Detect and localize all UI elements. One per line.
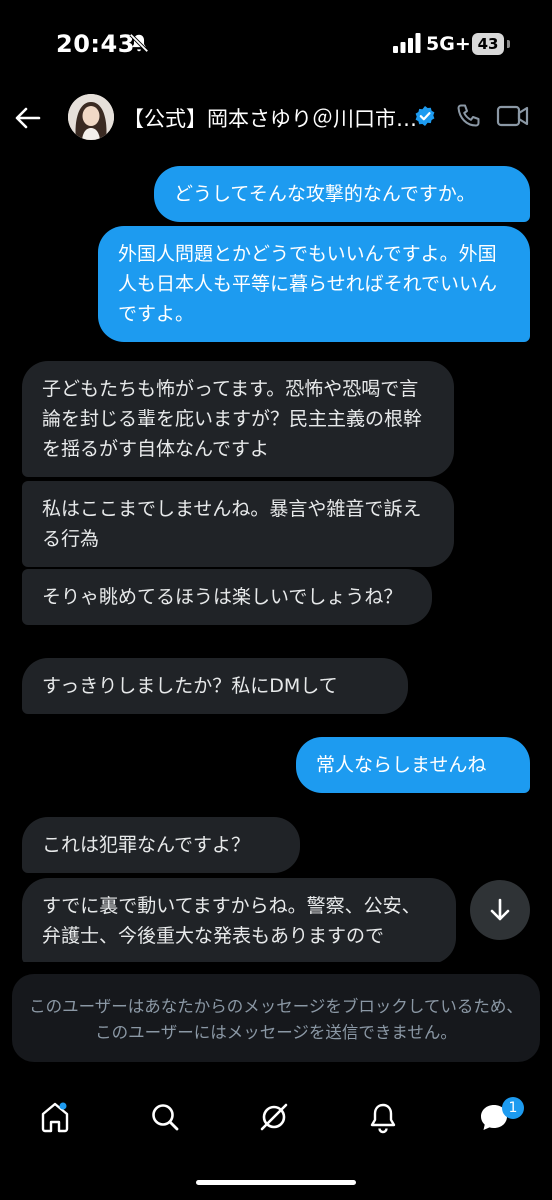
message-bubble-incoming[interactable]: すっきりしましたか？私にDMして: [22, 658, 408, 714]
status-time: 20:43: [56, 30, 135, 58]
network-type: 5G+: [426, 33, 471, 55]
message-list[interactable]: どうしてそんな攻撃的なんですか。 外国人問題とかどうでもいいんですよ。外国人も日…: [0, 150, 552, 962]
avatar[interactable]: [68, 94, 114, 140]
phone-icon[interactable]: [455, 102, 483, 130]
home-indicator: [196, 1180, 356, 1185]
message-bubble-incoming[interactable]: これは犯罪なんですよ？: [22, 817, 300, 873]
back-arrow-icon[interactable]: [12, 102, 44, 134]
message-bubble-incoming[interactable]: すでに裏で動いてますからね。警察、公安、弁護士、今後重大な発表もありますので: [22, 878, 456, 962]
message-bubble-incoming[interactable]: そりゃ眺めてるほうは楽しいでしょうね？: [22, 569, 432, 625]
scroll-to-bottom-button[interactable]: [470, 880, 530, 940]
video-call-icon[interactable]: [496, 102, 530, 130]
battery-tip: [507, 40, 510, 48]
message-bubble-incoming[interactable]: 私はここまでしませんね。暴言や雑音で訴える行為: [22, 481, 454, 567]
message-bubble-outgoing[interactable]: 常人ならしませんね: [296, 737, 530, 793]
conversation-header: 【公式】岡本さゆり＠川口市…: [0, 90, 552, 146]
notifications-icon[interactable]: [366, 1100, 400, 1134]
arrow-down-icon: [490, 898, 510, 921]
battery-level: 43: [472, 33, 504, 55]
verified-badge-icon: [415, 106, 435, 126]
messages-badge: 1: [502, 1097, 524, 1119]
muted-bell-icon: [129, 33, 149, 53]
home-icon[interactable]: [38, 1100, 72, 1134]
bottom-navigation: [0, 1090, 552, 1150]
message-bubble-outgoing[interactable]: どうしてそんな攻撃的なんですか。: [154, 166, 530, 222]
message-bubble-outgoing[interactable]: 外国人問題とかどうでもいいんですよ。外国人も日本人も平等に暮らせればそれでいいん…: [98, 226, 530, 342]
message-bubble-incoming[interactable]: 子どもたちも怖がってます。恐怖や恐喝で言論を封じる輩を庇いますが？民主主義の根幹…: [22, 361, 454, 477]
conversation-title[interactable]: 【公式】岡本さゆり＠川口市…: [123, 103, 417, 133]
grok-icon[interactable]: [257, 1100, 291, 1134]
signal-icon: [393, 33, 421, 53]
blocked-notice: このユーザーはあなたからのメッセージをブロックしているため、このユーザーにはメッ…: [12, 974, 540, 1062]
avatar-image: [68, 94, 114, 140]
status-bar: 20:43 5G+ 43: [0, 0, 552, 90]
search-icon[interactable]: [148, 1100, 182, 1134]
